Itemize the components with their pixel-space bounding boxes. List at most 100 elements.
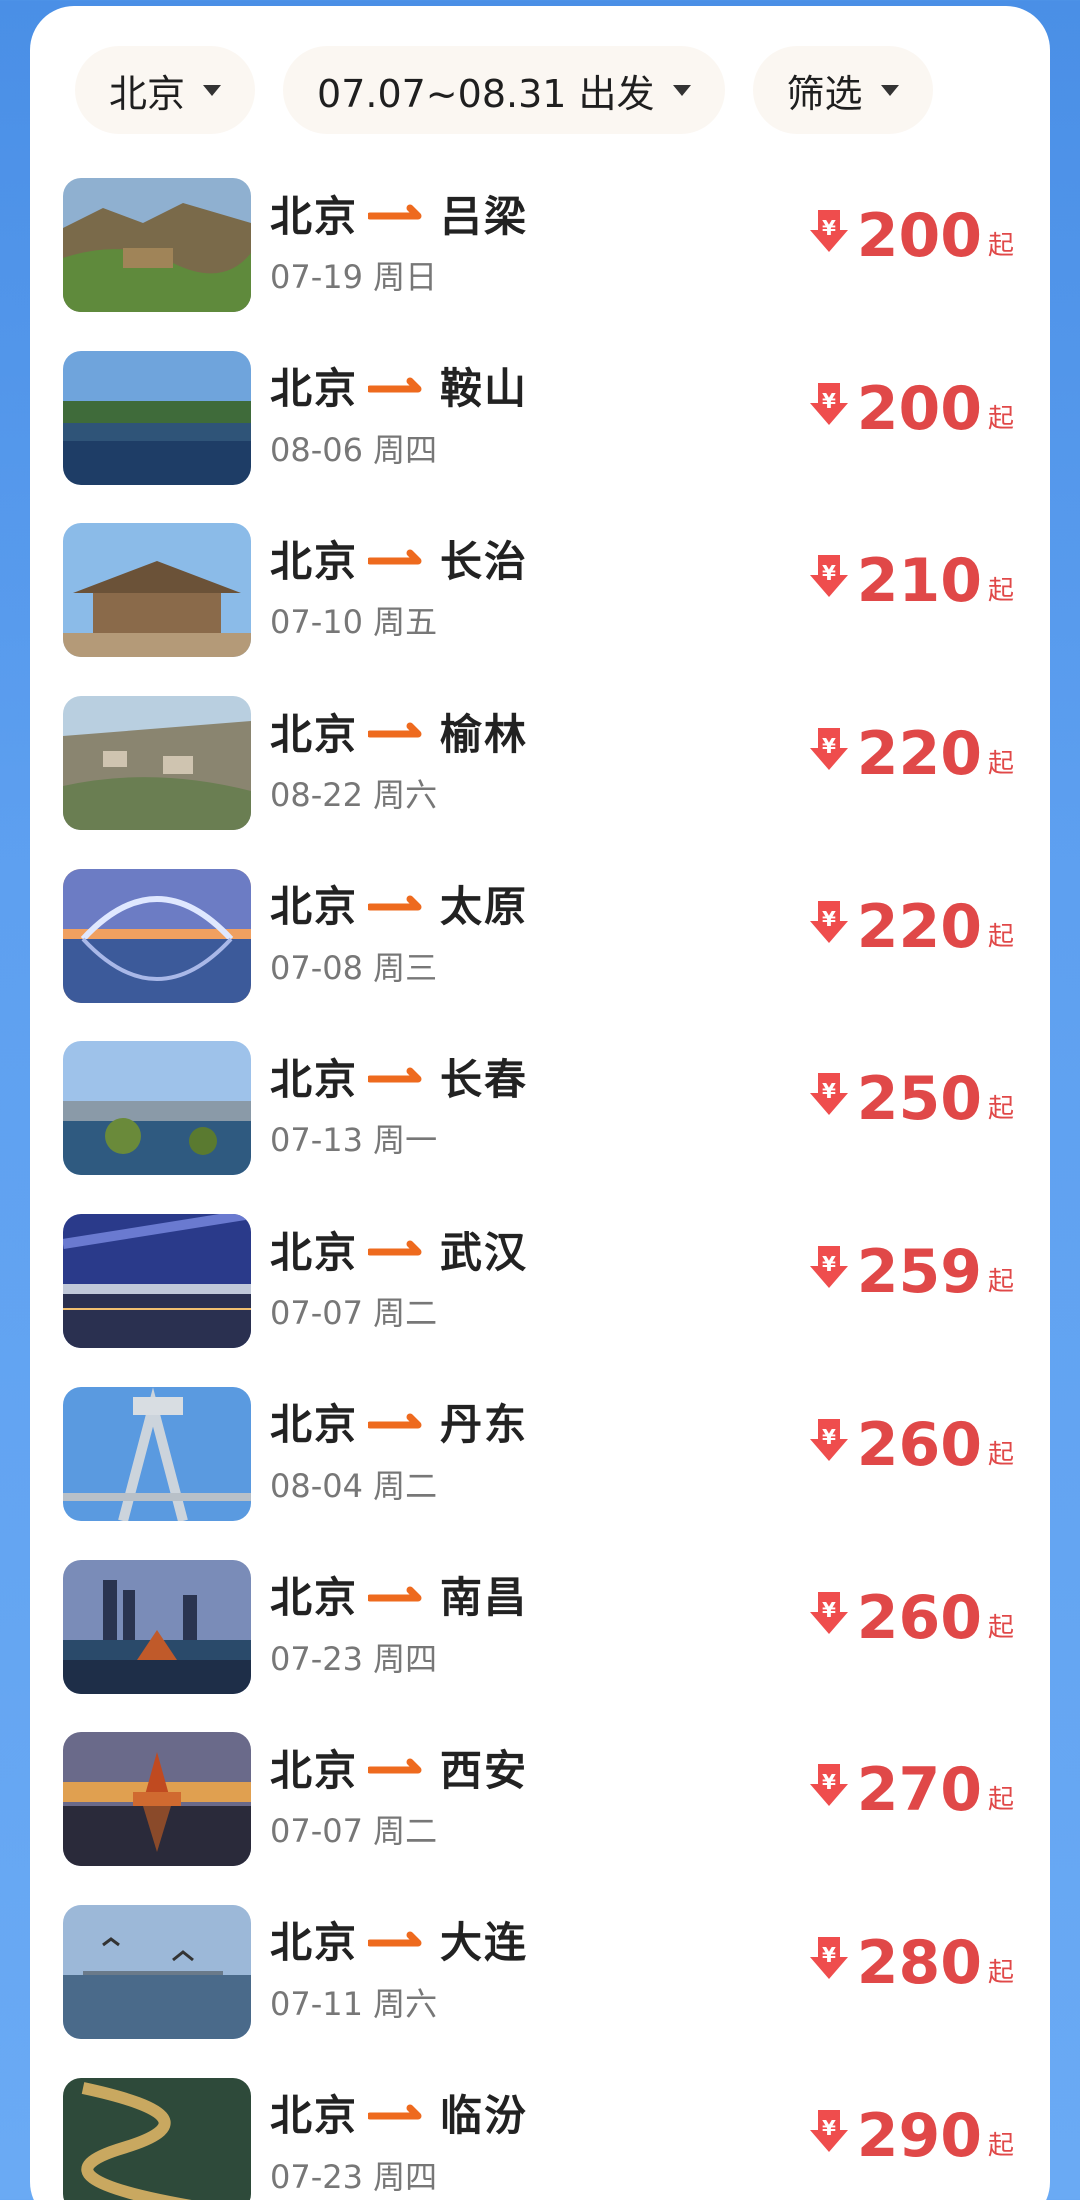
- caret-down-icon: [880, 84, 899, 96]
- price-down-icon: ¥: [809, 1764, 848, 1807]
- price: ¥ 280 起: [809, 1933, 1014, 1993]
- departure-date: 07-13 周一: [270, 1121, 438, 1160]
- price-amount: 260: [856, 1582, 982, 1653]
- origin-city: 北京: [270, 364, 359, 414]
- destination-image: [63, 1214, 251, 1349]
- flight-deals-card: 北京 07.07~08.31 出发 筛选 北京 吕梁 07-19 周日 ¥ 20…: [30, 6, 1050, 2200]
- departure-date: 07-07 周二: [270, 1812, 438, 1851]
- price-down-icon: ¥: [809, 900, 848, 943]
- price-suffix: 起: [987, 1785, 1014, 1816]
- destination-city: 鞍山: [440, 364, 529, 414]
- date-range-selector[interactable]: 07.07~08.31 出发: [283, 46, 725, 134]
- price-suffix: 起: [987, 749, 1014, 780]
- price-amount: 260: [856, 1409, 982, 1480]
- route: 北京 鞍山: [270, 359, 528, 413]
- svg-text:¥: ¥: [822, 1079, 836, 1103]
- departure-date: 07-11 周六: [270, 1984, 438, 2023]
- origin-city: 北京: [270, 1573, 359, 1622]
- route-arrow-icon: [368, 895, 422, 911]
- route-arrow-icon: [368, 2104, 422, 2120]
- svg-text:¥: ¥: [822, 734, 836, 758]
- departure-date: 08-04 周二: [270, 1466, 438, 1505]
- filter-selector[interactable]: 筛选: [752, 46, 933, 134]
- route: 北京 武汉: [270, 1222, 528, 1277]
- price-suffix: 起: [987, 403, 1014, 434]
- price-down-icon: ¥: [809, 1418, 848, 1461]
- route-arrow-icon: [368, 722, 422, 738]
- flight-row[interactable]: 北京 长治 07-10 周五 ¥ 210 起: [30, 517, 1050, 690]
- price-suffix: 起: [987, 1094, 1014, 1125]
- svg-text:¥: ¥: [822, 2116, 836, 2140]
- destination-image: [63, 868, 251, 1003]
- filter-bar: 北京 07.07~08.31 出发 筛选: [75, 46, 933, 136]
- price-suffix: 起: [987, 1267, 1014, 1298]
- origin-city: 北京: [270, 2091, 359, 2141]
- date-range-label: 07.07~08.31 出发: [317, 71, 655, 116]
- departure-date: 07-19 周日: [270, 258, 438, 296]
- destination-city: 长治: [440, 536, 529, 586]
- destination-city: 临汾: [440, 2091, 529, 2141]
- price-down-icon: ¥: [809, 1246, 848, 1289]
- price: ¥ 210 起: [809, 551, 1014, 611]
- price-amount: 280: [856, 1927, 982, 1998]
- route: 北京 榆林: [270, 704, 528, 759]
- price-down-icon: ¥: [809, 210, 848, 252]
- destination-city: 丹东: [440, 1400, 529, 1450]
- destination-city: 吕梁: [440, 191, 529, 241]
- route: 北京 长春: [270, 1049, 528, 1104]
- flight-row[interactable]: 北京 武汉 07-07 周二 ¥ 259 起: [30, 1208, 1050, 1381]
- flight-row[interactable]: 北京 南昌 07-23 周四 ¥ 260 起: [30, 1554, 1050, 1727]
- origin-city: 北京: [270, 1227, 359, 1277]
- price: ¥ 290 起: [809, 2106, 1014, 2166]
- price: ¥ 200 起: [809, 206, 1014, 266]
- flight-row[interactable]: 北京 太原 07-08 周三 ¥ 220 起: [30, 863, 1050, 1036]
- destination-image: [63, 1041, 251, 1176]
- flight-row[interactable]: 北京 临汾 07-23 周四 ¥ 290 起: [30, 2072, 1050, 2200]
- price: ¥ 259 起: [809, 1242, 1014, 1302]
- destination-city: 西安: [440, 1745, 529, 1795]
- svg-text:¥: ¥: [822, 1598, 836, 1622]
- price-amount: 220: [856, 891, 982, 962]
- price-suffix: 起: [987, 231, 1014, 261]
- route: 北京 丹东: [270, 1395, 528, 1449]
- svg-text:¥: ¥: [822, 1943, 836, 1967]
- flight-row[interactable]: 北京 吕梁 07-19 周日 ¥ 200 起: [30, 172, 1050, 345]
- route-arrow-icon: [368, 204, 422, 220]
- route: 北京 大连: [270, 1913, 528, 1967]
- destination-image: [63, 350, 251, 485]
- price-suffix: 起: [987, 576, 1014, 607]
- route-arrow-icon: [368, 1067, 422, 1083]
- origin-city: 北京: [270, 1400, 359, 1450]
- route-arrow-icon: [368, 1586, 422, 1601]
- flight-row[interactable]: 北京 鞍山 08-06 周四 ¥ 200 起: [30, 345, 1050, 518]
- flight-row[interactable]: 北京 榆林 08-22 周六 ¥ 220 起: [30, 690, 1050, 863]
- price-down-icon: ¥: [809, 1936, 848, 1979]
- price-suffix: 起: [987, 1957, 1014, 1988]
- route-arrow-icon: [368, 549, 422, 565]
- destination-image: [63, 1559, 251, 1694]
- origin-city: 北京: [270, 536, 359, 586]
- departure-date: 07-07 周二: [270, 1294, 438, 1333]
- departure-date: 08-06 周四: [270, 430, 438, 469]
- flight-row[interactable]: 北京 丹东 08-04 周二 ¥ 260 起: [30, 1381, 1050, 1554]
- city-selector[interactable]: 北京: [75, 46, 256, 134]
- price: ¥ 250 起: [809, 1069, 1014, 1129]
- destination-city: 武汉: [440, 1227, 529, 1277]
- flight-row[interactable]: 北京 大连 07-11 周六 ¥ 280 起: [30, 1899, 1050, 2072]
- svg-text:¥: ¥: [822, 907, 836, 931]
- route: 北京 太原: [270, 877, 528, 931]
- price-down-icon: ¥: [809, 1073, 848, 1116]
- route-arrow-icon: [368, 1758, 422, 1774]
- destination-image: [63, 696, 251, 831]
- route: 北京 吕梁: [270, 186, 528, 241]
- flight-row[interactable]: 北京 长春 07-13 周一 ¥ 250 起: [30, 1035, 1050, 1208]
- origin-city: 北京: [270, 709, 359, 759]
- destination-image: [63, 2077, 251, 2200]
- departure-date: 08-22 周六: [270, 776, 438, 815]
- price-amount: 259: [856, 1237, 982, 1308]
- origin-city: 北京: [270, 1054, 359, 1104]
- svg-text:¥: ¥: [822, 1252, 836, 1276]
- route-arrow-icon: [368, 1413, 422, 1429]
- destination-image: [63, 1732, 251, 1867]
- flight-row[interactable]: 北京 西安 07-07 周二 ¥ 270 起: [30, 1726, 1050, 1899]
